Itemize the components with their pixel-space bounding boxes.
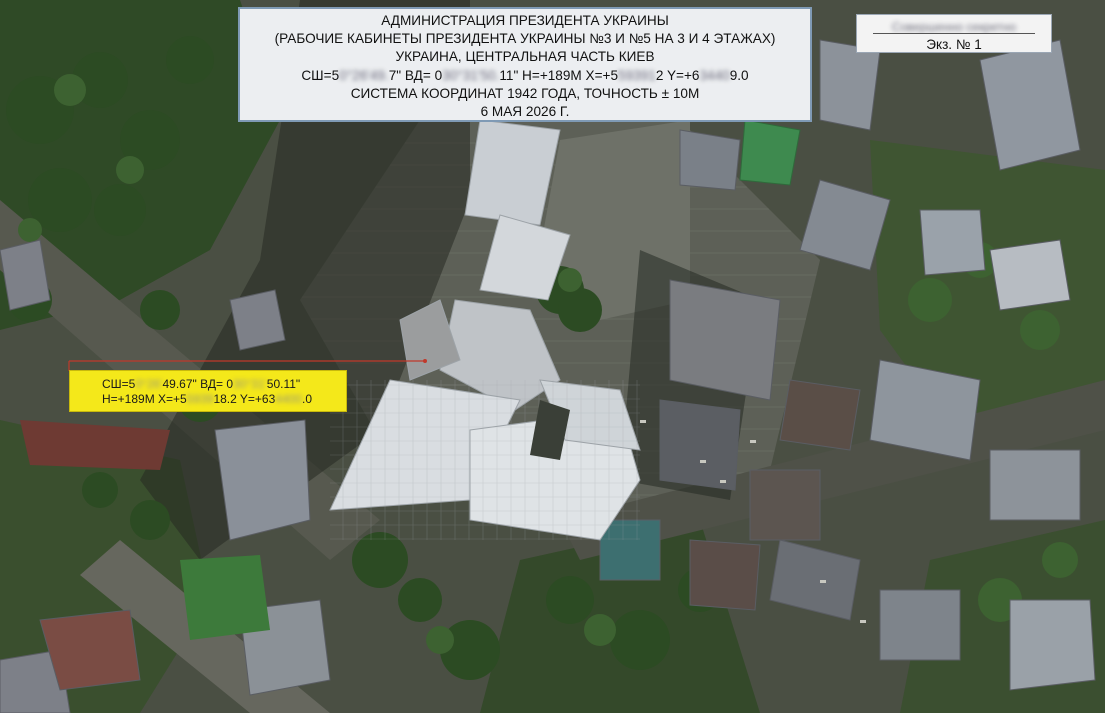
target-y-suffix: .0 xyxy=(301,392,312,406)
lon-suffix: 11" xyxy=(499,67,519,83)
lat-suffix: 7" xyxy=(388,67,402,83)
lon-redacted: 30°31'50. xyxy=(442,67,500,83)
date-line: 6 МАЯ 2026 Г. xyxy=(480,104,570,120)
classification-redacted: Совершенно секретно xyxy=(891,20,1017,34)
target-y-redacted: 4400 xyxy=(275,392,302,406)
target-line-1: СШ=50°26'49.67" ВД= 030°31'50.11" xyxy=(102,377,346,392)
title-line-2: (РАБОЧИЕ КАБИНЕТЫ ПРЕЗИДЕНТА УКРАИНЫ №3 … xyxy=(274,31,776,47)
target-lat-suffix: 49.67" xyxy=(162,377,197,391)
lon-prefix: ВД= 0 xyxy=(401,67,443,83)
copy-number: Экз. № 1 xyxy=(926,37,982,52)
title-line-3: УКРАИНА, ЦЕНТРАЛЬНАЯ ЧАСТЬ КИЕВ xyxy=(395,49,655,65)
target-x-suffix: 18.2 xyxy=(213,392,237,406)
coordinate-system-line: СИСТЕМА КООРДИНАТ 1942 ГОДА, ТОЧНОСТЬ ± … xyxy=(350,85,700,101)
y-suffix: 9.0 xyxy=(729,67,749,83)
x-redacted: 59391 xyxy=(618,67,656,83)
target-lat-prefix: СШ=5 xyxy=(102,377,136,391)
map-title-panel: АДМИНИСТРАЦИЯ ПРЕЗИДЕНТА УКРАИНЫ (РАБОЧИ… xyxy=(238,7,812,122)
target-lat-redacted: 0°26' xyxy=(135,377,163,391)
copy-number-panel: Совершенно секретно Экз. № 1 xyxy=(856,14,1052,53)
lat-redacted: 0°26'49. xyxy=(339,67,389,83)
title-line-1: АДМИНИСТРАЦИЯ ПРЕЗИДЕНТА УКРАИНЫ xyxy=(381,13,669,28)
y-redacted: 3440 xyxy=(699,67,730,83)
lat-prefix: СШ=5 xyxy=(301,67,340,83)
target-x-redacted: 5939 xyxy=(186,392,214,406)
target-line-2: H=+189M X=+5593918.2 Y=+634400.0 xyxy=(102,392,346,407)
target-y-prefix: Y=+63 xyxy=(236,392,276,406)
height-x-prefix: H=+189M X=+5 xyxy=(518,67,619,83)
target-lon-redacted: 30°31' xyxy=(233,377,267,391)
target-lon-suffix: 50.11" xyxy=(266,377,301,391)
target-height-x-prefix: H=+189M X=+5 xyxy=(102,392,187,406)
y-prefix: Y=+6 xyxy=(663,67,700,83)
target-lon-prefix: ВД= 0 xyxy=(196,377,233,391)
coordinates-line: СШ=50°26'49.7" ВД= 030°31'50.11" H=+189M… xyxy=(240,67,810,85)
map-viewport[interactable]: АДМИНИСТРАЦИЯ ПРЕЗИДЕНТА УКРАИНЫ (РАБОЧИ… xyxy=(0,0,1105,713)
target-coordinates-label: СШ=50°26'49.67" ВД= 030°31'50.11" H=+189… xyxy=(69,370,347,412)
classification-label: Совершенно секретно xyxy=(873,18,1035,34)
